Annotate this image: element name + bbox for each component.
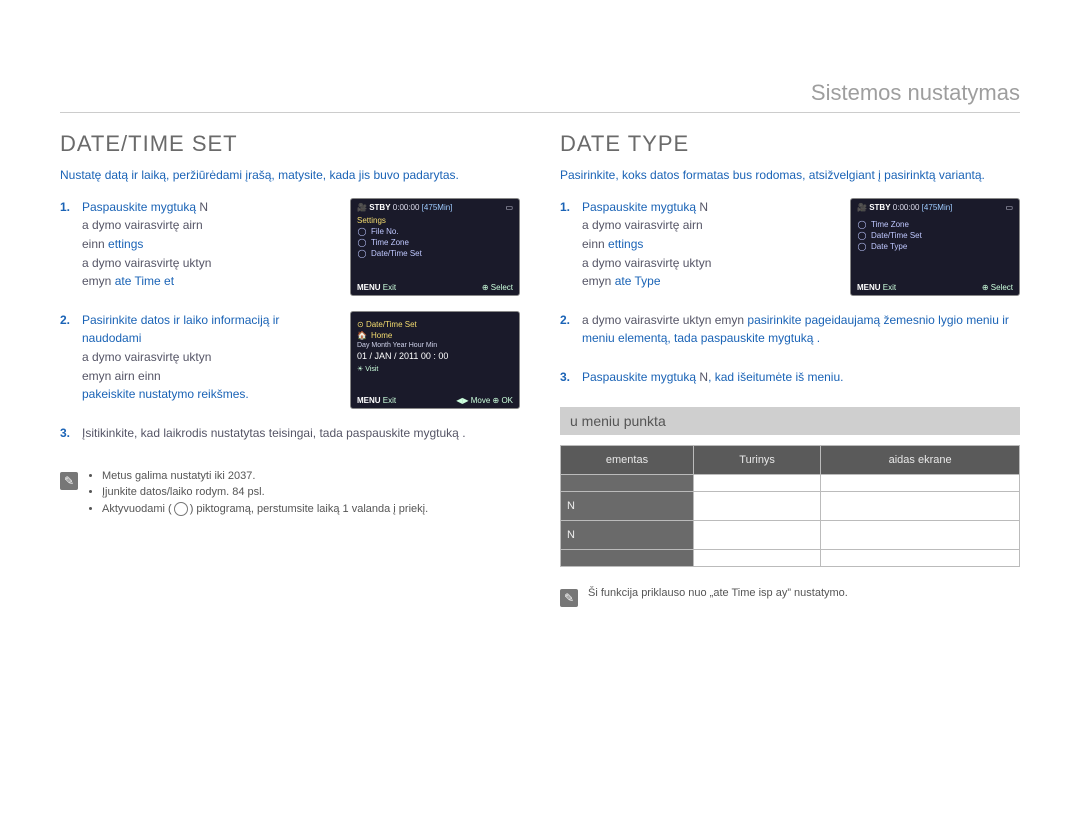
note-item: Įjunkite datos/laiko rodym. 84 psl. xyxy=(102,486,428,498)
step-2r: 2. a dymo vairasvirte uktyn emyn pasirin… xyxy=(560,311,1020,348)
step-1: 1. Paspauskite mygtuką N a dymo vairasvi… xyxy=(60,198,520,291)
table-header: aidas ekrane xyxy=(821,445,1020,474)
note-item: Metus galima nustatyti iki 2037. xyxy=(102,470,428,482)
sun-icon xyxy=(174,502,188,516)
table-row xyxy=(561,549,1020,566)
step-3: 3. Įsitikinkite, kad laikrodis nustatyta… xyxy=(60,424,520,443)
breadcrumb: Sistemos nustatymas xyxy=(60,80,1020,113)
table-header: ementas xyxy=(561,445,694,474)
intro-datetype: Pasirinkite, koks datos formatas bus rod… xyxy=(560,167,1020,184)
note-icon: ✎ xyxy=(60,472,78,490)
intro-datetime: Nustatę datą ir laiką, peržiūrėdami įraš… xyxy=(60,167,520,184)
left-column: DATE/TIME SET Nustatę datą ir laiką, per… xyxy=(60,131,520,607)
section-title-datetype: DATE TYPE xyxy=(560,131,1020,157)
options-table: ementas Turinys aidas ekrane N N xyxy=(560,445,1020,567)
step-1r: 1. Paspauskite mygtuką N a dymo vairasvi… xyxy=(560,198,1020,291)
note-single: ✎ Ši funkcija priklauso nuo „ate Time is… xyxy=(560,587,1020,607)
table-row: N xyxy=(561,491,1020,520)
step-3r: 3. Paspauskite mygtuką N, kad išeitumėte… xyxy=(560,368,1020,387)
note-icon: ✎ xyxy=(560,589,578,607)
table-header: Turinys xyxy=(694,445,821,474)
table-row: N xyxy=(561,520,1020,549)
note-box: ✎ Metus galima nustatyti iki 2037. Įjunk… xyxy=(60,470,520,520)
submenu-heading: u meniu punkta xyxy=(560,407,1020,435)
note-item: Aktyvuodami () piktogramą, perstumsite l… xyxy=(102,502,428,516)
right-column: DATE TYPE Pasirinkite, koks datos format… xyxy=(560,131,1020,607)
table-row xyxy=(561,474,1020,491)
step-2: 2. Pasirinkite datos ir laiko informacij… xyxy=(60,311,520,404)
section-title-datetime: DATE/TIME SET xyxy=(60,131,520,157)
